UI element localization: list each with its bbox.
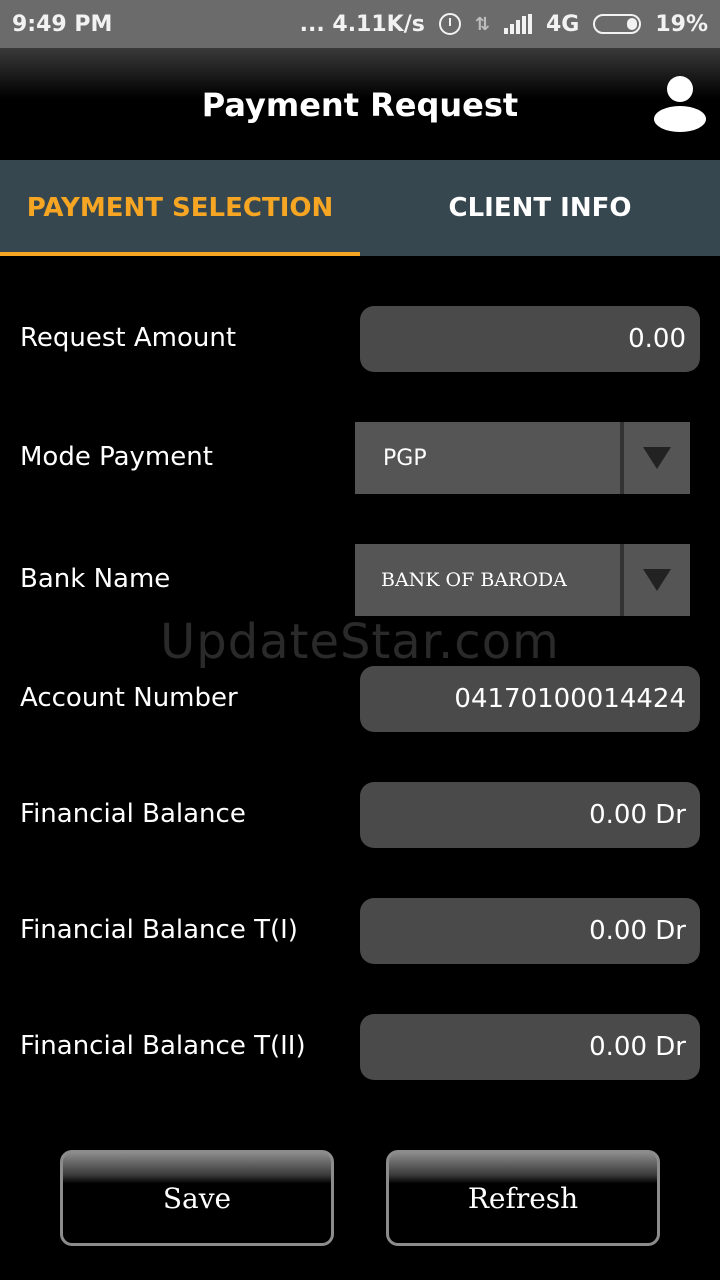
- financial-balance-t1-label: Financial Balance T(I): [20, 915, 298, 945]
- financial-balance-label: Financial Balance: [20, 799, 246, 829]
- financial-balance-t1-field: 0.00 Dr: [360, 898, 700, 964]
- signal-icon: [503, 14, 532, 34]
- request-amount-label: Request Amount: [20, 323, 237, 353]
- app-header: Payment Request: [0, 48, 720, 160]
- bank-name-label: Bank Name: [20, 564, 171, 594]
- account-number-label: Account Number: [20, 683, 238, 713]
- battery-icon: [593, 14, 642, 34]
- battery-level: 19%: [655, 11, 708, 37]
- alarm-icon: [438, 13, 461, 35]
- data-transfer-icon: ⇅: [474, 13, 490, 35]
- mode-payment-value: PGP: [383, 445, 427, 471]
- network-type: 4G: [545, 11, 580, 37]
- dropdown-arrow-icon[interactable]: [624, 422, 690, 494]
- request-amount-field[interactable]: 0.00: [360, 306, 700, 372]
- save-button[interactable]: Save: [60, 1150, 334, 1246]
- watermark: UpdateStar.com: [160, 614, 560, 670]
- dropdown-arrow-icon[interactable]: [624, 544, 690, 616]
- financial-balance-t2-field: 0.00 Dr: [360, 1014, 700, 1080]
- refresh-button[interactable]: Refresh: [386, 1150, 660, 1246]
- tab-client-info[interactable]: CLIENT INFO: [360, 160, 720, 256]
- network-speed: ... 4.11K/s: [299, 11, 425, 37]
- user-profile-icon[interactable]: [654, 74, 706, 134]
- tab-bar: PAYMENT SELECTION CLIENT INFO: [0, 160, 720, 256]
- financial-balance-t2-label: Financial Balance T(II): [20, 1031, 306, 1061]
- mode-payment-select[interactable]: PGP: [355, 422, 690, 494]
- bank-name-value: BANK OF BARODA: [381, 569, 567, 591]
- mode-payment-label: Mode Payment: [20, 442, 213, 472]
- account-number-field[interactable]: 04170100014424: [360, 666, 700, 732]
- status-icons: ... 4.11K/s ⇅ 4G 19%: [300, 12, 708, 37]
- status-time: 9:49 PM: [12, 11, 113, 37]
- bank-name-select[interactable]: BANK OF BARODA: [355, 544, 690, 616]
- financial-balance-field: 0.00 Dr: [360, 782, 700, 848]
- status-bar: 9:49 PM ... 4.11K/s ⇅ 4G 19%: [0, 0, 720, 48]
- page-title: Payment Request: [201, 86, 519, 124]
- tab-payment-selection[interactable]: PAYMENT SELECTION: [0, 160, 360, 256]
